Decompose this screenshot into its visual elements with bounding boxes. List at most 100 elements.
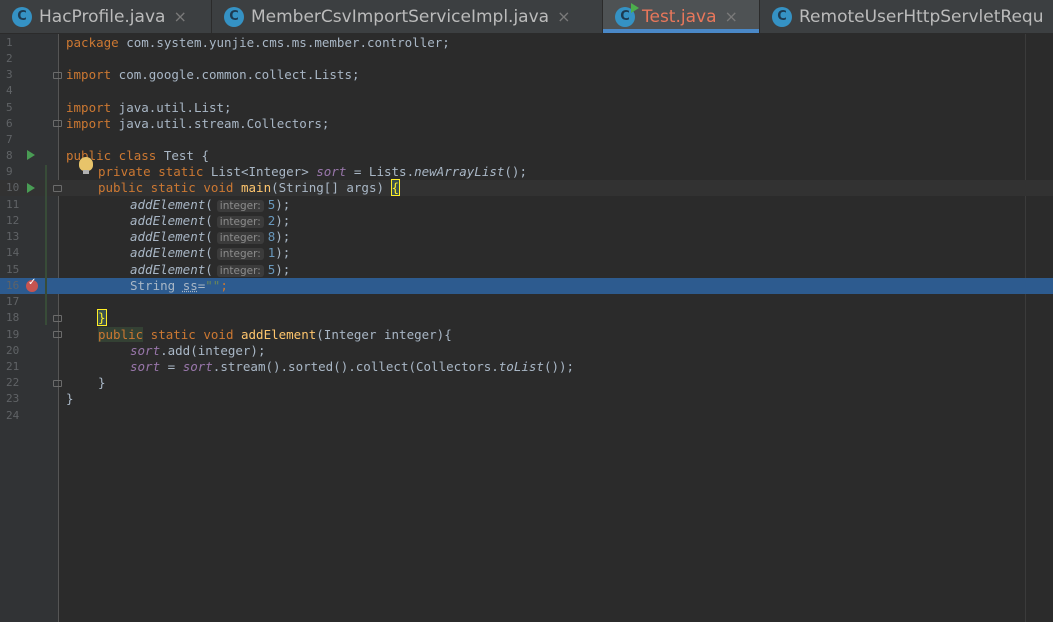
- fold-marker-icon[interactable]: [53, 120, 62, 127]
- code-line[interactable]: 21 sort = sort.stream().sorted().collect…: [0, 359, 1053, 375]
- line-number: 10: [6, 181, 20, 194]
- close-icon[interactable]: ×: [173, 7, 186, 26]
- line-number: 7: [6, 133, 13, 146]
- tab-test[interactable]: C Test.java ×: [603, 0, 760, 33]
- tab-label: HacProfile.java: [39, 6, 166, 27]
- code-text: public static void main(String[] args) {: [98, 179, 401, 196]
- close-icon[interactable]: ×: [557, 7, 570, 26]
- tab-membercsvimportserviceimpl[interactable]: C MemberCsvImportServiceImpl.java ×: [212, 0, 603, 33]
- method-name-token: addElement: [241, 327, 317, 342]
- code-token: (: [205, 213, 213, 228]
- code-line-breakpoint[interactable]: 16 String ss="";: [0, 278, 1053, 294]
- field-token: sort: [182, 359, 213, 374]
- runnable-class-icon: C: [615, 2, 639, 27]
- intention-lightbulb-icon[interactable]: [79, 157, 93, 174]
- code-line[interactable]: 11 addElement(integer: 5);: [0, 197, 1053, 213]
- icon-letter: C: [620, 9, 630, 24]
- tab-label: MemberCsvImportServiceImpl.java: [251, 6, 550, 27]
- class-icon: C: [12, 6, 32, 27]
- fold-marker-icon[interactable]: [53, 72, 62, 79]
- code-token: String: [130, 278, 183, 293]
- fold-marker-icon[interactable]: [53, 315, 62, 322]
- static-call-token: newArrayList: [414, 164, 505, 179]
- line-number: 3: [6, 68, 13, 81]
- code-text: addElement(integer: 8);: [130, 229, 290, 246]
- code-text: addElement(integer: 5);: [130, 197, 290, 214]
- line-number: 12: [6, 214, 20, 227]
- line-number: 4: [6, 84, 13, 97]
- vcs-change-marker[interactable]: [45, 165, 47, 325]
- code-line[interactable]: 19 public static void addElement(Integer…: [0, 327, 1053, 343]
- code-token: }: [98, 375, 106, 390]
- line-number: 14: [6, 246, 20, 259]
- tab-hacprofile[interactable]: C HacProfile.java ×: [0, 0, 212, 33]
- line-number: 8: [6, 149, 13, 162]
- line-number: 20: [6, 344, 20, 357]
- code-line[interactable]: 24: [0, 408, 1053, 424]
- tab-remoteuserhttpservletrequest[interactable]: C RemoteUserHttpServletRequ: [760, 0, 1053, 33]
- code-token: java.util.List;: [111, 100, 232, 115]
- code-line-current[interactable]: 10 public static void main(String[] args…: [0, 179, 1053, 196]
- code-line[interactable]: 13 addElement(integer: 8);: [0, 229, 1053, 245]
- code-text: import java.util.stream.Collectors;: [66, 116, 329, 132]
- code-line[interactable]: 7: [0, 132, 1053, 148]
- code-line[interactable]: 22 }: [0, 375, 1053, 391]
- code-text: }: [97, 309, 107, 326]
- code-line[interactable]: 4: [0, 83, 1053, 99]
- line-number: 13: [6, 230, 20, 243]
- code-line[interactable]: 15 addElement(integer: 5);: [0, 262, 1053, 278]
- code-text: package com.system.yunjie.cms.ms.member.…: [66, 35, 450, 51]
- code-token: ());: [543, 359, 575, 374]
- keyword: public: [98, 327, 144, 342]
- run-main-icon[interactable]: [27, 183, 35, 193]
- code-line[interactable]: 3 import com.google.common.collect.Lists…: [0, 67, 1053, 83]
- line-number: 23: [6, 392, 20, 405]
- code-line[interactable]: 8 public class Test {: [0, 148, 1053, 164]
- class-icon: C: [224, 6, 244, 27]
- code-token: = Lists.: [346, 164, 415, 179]
- editor-tab-bar: C HacProfile.java × C MemberCsvImportSer…: [0, 0, 1053, 34]
- code-line[interactable]: 12 addElement(integer: 2);: [0, 213, 1053, 229]
- breakpoint-icon[interactable]: [26, 277, 38, 292]
- code-token: Test {: [156, 148, 209, 163]
- code-token: );: [275, 262, 291, 277]
- line-number: 17: [6, 295, 20, 308]
- method-call-token: addElement: [130, 213, 206, 228]
- code-line[interactable]: 14 addElement(integer: 1);: [0, 245, 1053, 261]
- code-token: (: [205, 245, 213, 260]
- static-call-token: toList: [498, 359, 544, 374]
- run-class-icon[interactable]: [27, 150, 35, 160]
- variable-token: ss: [182, 278, 198, 293]
- code-line[interactable]: 2: [0, 51, 1053, 67]
- line-number: 21: [6, 360, 20, 373]
- code-token: (Integer integer){: [316, 327, 452, 342]
- code-line[interactable]: 23 }: [0, 391, 1053, 407]
- code-line[interactable]: 17: [0, 294, 1053, 310]
- parameter-hint: integer:: [216, 232, 264, 244]
- code-text: sort = sort.stream().sorted().collect(Co…: [130, 359, 574, 375]
- code-line[interactable]: 18 }: [0, 309, 1053, 326]
- fold-marker-icon[interactable]: [53, 185, 62, 192]
- keyword: import: [66, 100, 112, 115]
- code-text: addElement(integer: 1);: [130, 245, 290, 262]
- keyword: import: [66, 67, 112, 82]
- code-line[interactable]: 5 import java.util.List;: [0, 100, 1053, 116]
- fold-marker-icon[interactable]: [53, 331, 62, 338]
- code-token: );: [275, 245, 291, 260]
- code-token: .stream().sorted().collect(Collectors.: [212, 359, 499, 374]
- code-text: addElement(integer: 2);: [130, 213, 290, 230]
- code-line[interactable]: 9 private static List<Integer> sort = Li…: [0, 164, 1053, 180]
- run-badge-icon: [631, 2, 639, 13]
- line-number: 15: [6, 263, 20, 276]
- code-line[interactable]: 6 import java.util.stream.Collectors;: [0, 116, 1053, 132]
- fold-marker-icon[interactable]: [53, 380, 62, 387]
- code-line[interactable]: 1 package com.system.yunjie.cms.ms.membe…: [0, 35, 1053, 51]
- class-icon: C: [772, 6, 792, 27]
- code-token: ();: [504, 164, 527, 179]
- code-text: public static void addElement(Integer in…: [98, 327, 452, 343]
- method-call-token: addElement: [130, 197, 206, 212]
- code-line[interactable]: 20 sort.add(integer);: [0, 343, 1053, 359]
- method-call-token: addElement: [130, 245, 206, 260]
- close-icon[interactable]: ×: [725, 7, 738, 26]
- keyword: static void: [143, 327, 241, 342]
